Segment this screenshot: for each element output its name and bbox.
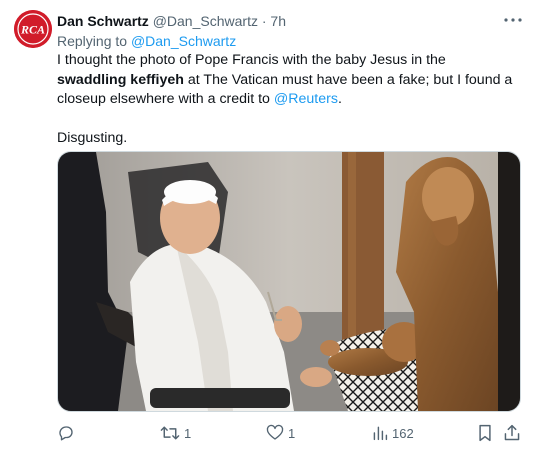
bookmark-icon xyxy=(477,424,493,442)
separator-dot: · xyxy=(261,13,267,29)
reply-icon xyxy=(57,424,75,442)
reply-prefix: Replying to xyxy=(57,33,128,49)
tweet[interactable]: RCA Dan Schwartz @Dan_Schwartz · 7h Repl… xyxy=(0,0,534,452)
views-count: 162 xyxy=(392,425,414,441)
reply-context: Replying to @Dan_Schwartz xyxy=(57,32,236,50)
more-options-icon[interactable] xyxy=(502,10,524,30)
avatar-logo-text: RCA xyxy=(20,23,45,37)
views-button[interactable]: 162 xyxy=(372,422,414,444)
views-icon xyxy=(372,425,388,441)
author-name[interactable]: Dan Schwartz xyxy=(57,13,149,29)
heart-icon xyxy=(266,424,284,442)
reply-mention-link[interactable]: @Dan_Schwartz xyxy=(131,33,236,49)
retweet-count: 1 xyxy=(184,425,192,441)
tweet-header: Dan Schwartz @Dan_Schwartz · 7h xyxy=(57,12,286,30)
avatar[interactable]: RCA xyxy=(14,10,52,48)
reuters-mention-link[interactable]: @Reuters xyxy=(274,91,338,107)
like-count: 1 xyxy=(288,425,296,441)
reply-button[interactable] xyxy=(57,422,79,444)
retweet-button[interactable]: 1 xyxy=(160,422,191,444)
tweet-text-part: . xyxy=(337,91,342,107)
share-icon xyxy=(503,424,521,442)
tweet-text-last-line: Disgusting. xyxy=(57,130,128,146)
share-button[interactable] xyxy=(503,422,521,444)
bookmark-button[interactable] xyxy=(477,422,493,444)
tweet-text: I thought the photo of Pope Francis with… xyxy=(57,51,519,149)
tweet-text-part: I thought the photo of Pope Francis with… xyxy=(57,52,446,68)
like-button[interactable]: 1 xyxy=(266,422,295,444)
author-handle[interactable]: @Dan_Schwartz xyxy=(153,13,258,29)
retweet-icon xyxy=(160,424,180,442)
tweet-text-bold: swaddling keffiyeh xyxy=(57,71,184,88)
tweet-photo[interactable] xyxy=(57,151,521,412)
tweet-actions: 1 1 162 xyxy=(57,422,523,444)
tweet-time[interactable]: 7h xyxy=(270,13,286,29)
